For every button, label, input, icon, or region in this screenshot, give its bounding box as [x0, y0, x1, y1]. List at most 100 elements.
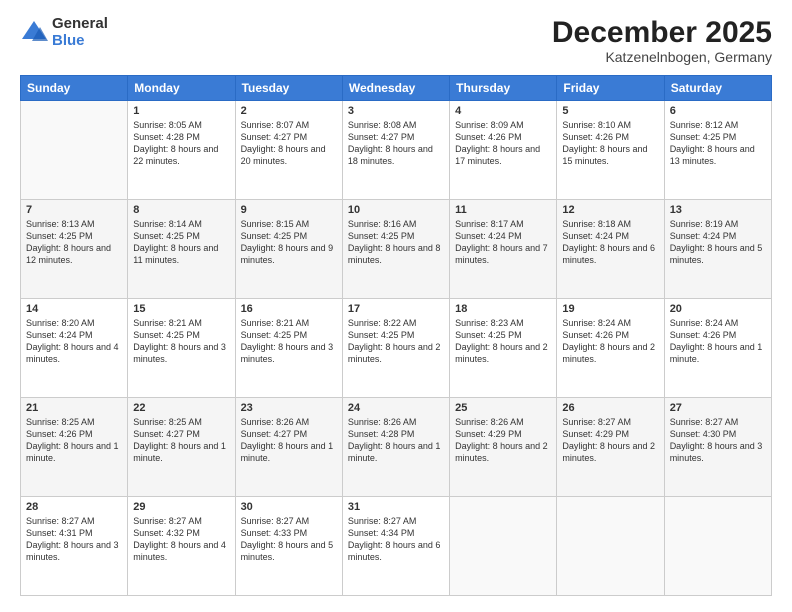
calendar-week-1: 1 Sunrise: 8:05 AMSunset: 4:28 PMDaylight…: [21, 101, 772, 200]
day-number: 26: [562, 402, 658, 414]
day-number: 25: [455, 402, 551, 414]
day-number: 16: [241, 303, 337, 315]
calendar-cell: 11 Sunrise: 8:17 AMSunset: 4:24 PMDayligh…: [450, 200, 557, 299]
day-info: Sunrise: 8:24 AMSunset: 4:26 PMDaylight:…: [670, 317, 766, 366]
calendar-cell: 19 Sunrise: 8:24 AMSunset: 4:26 PMDayligh…: [557, 299, 664, 398]
day-number: 17: [348, 303, 444, 315]
day-info: Sunrise: 8:27 AMSunset: 4:29 PMDaylight:…: [562, 416, 658, 465]
day-number: 21: [26, 402, 122, 414]
calendar-cell: 10 Sunrise: 8:16 AMSunset: 4:25 PMDayligh…: [342, 200, 449, 299]
month-title: December 2025: [552, 16, 772, 49]
calendar-week-4: 21 Sunrise: 8:25 AMSunset: 4:26 PMDayligh…: [21, 398, 772, 497]
day-info: Sunrise: 8:26 AMSunset: 4:28 PMDaylight:…: [348, 416, 444, 465]
day-info: Sunrise: 8:24 AMSunset: 4:26 PMDaylight:…: [562, 317, 658, 366]
weekday-header-saturday: Saturday: [664, 76, 771, 101]
day-number: 11: [455, 204, 551, 216]
day-info: Sunrise: 8:21 AMSunset: 4:25 PMDaylight:…: [241, 317, 337, 366]
calendar-cell: 26 Sunrise: 8:27 AMSunset: 4:29 PMDayligh…: [557, 398, 664, 497]
day-info: Sunrise: 8:14 AMSunset: 4:25 PMDaylight:…: [133, 218, 229, 267]
calendar-cell: [21, 101, 128, 200]
calendar-week-3: 14Sunrise: 8:20 AMSunset: 4:24 PMDayligh…: [21, 299, 772, 398]
day-info: Sunrise: 8:20 AMSunset: 4:24 PMDaylight:…: [26, 317, 122, 366]
day-info: Sunrise: 8:25 AMSunset: 4:27 PMDaylight:…: [133, 416, 229, 465]
calendar-week-5: 28Sunrise: 8:27 AMSunset: 4:31 PMDayligh…: [21, 497, 772, 596]
calendar-week-2: 7Sunrise: 8:13 AMSunset: 4:25 PMDaylight…: [21, 200, 772, 299]
day-info: Sunrise: 8:21 AMSunset: 4:25 PMDaylight:…: [133, 317, 229, 366]
weekday-header-tuesday: Tuesday: [235, 76, 342, 101]
calendar-table: SundayMondayTuesdayWednesdayThursdayFrid…: [20, 75, 772, 596]
calendar-cell: 13 Sunrise: 8:19 AMSunset: 4:24 PMDayligh…: [664, 200, 771, 299]
weekday-header-friday: Friday: [557, 76, 664, 101]
day-number: 9: [241, 204, 337, 216]
day-info: Sunrise: 8:05 AMSunset: 4:28 PMDaylight:…: [133, 119, 229, 168]
day-info: Sunrise: 8:08 AMSunset: 4:27 PMDaylight:…: [348, 119, 444, 168]
weekday-header-wednesday: Wednesday: [342, 76, 449, 101]
day-number: 24: [348, 402, 444, 414]
day-number: 10: [348, 204, 444, 216]
weekday-header-sunday: Sunday: [21, 76, 128, 101]
day-number: 19: [562, 303, 658, 315]
day-info: Sunrise: 8:10 AMSunset: 4:26 PMDaylight:…: [562, 119, 658, 168]
calendar-cell: [664, 497, 771, 596]
day-number: 8: [133, 204, 229, 216]
day-number: 5: [562, 105, 658, 117]
day-number: 18: [455, 303, 551, 315]
day-info: Sunrise: 8:16 AMSunset: 4:25 PMDaylight:…: [348, 218, 444, 267]
weekday-header-monday: Monday: [128, 76, 235, 101]
calendar-cell: 20 Sunrise: 8:24 AMSunset: 4:26 PMDayligh…: [664, 299, 771, 398]
weekday-header-thursday: Thursday: [450, 76, 557, 101]
calendar-cell: 3 Sunrise: 8:08 AMSunset: 4:27 PMDaylight…: [342, 101, 449, 200]
day-number: 28: [26, 501, 122, 513]
calendar-cell: 15 Sunrise: 8:21 AMSunset: 4:25 PMDayligh…: [128, 299, 235, 398]
calendar-cell: 27Sunrise: 8:27 AMSunset: 4:30 PMDayligh…: [664, 398, 771, 497]
calendar-cell: 18 Sunrise: 8:23 AMSunset: 4:25 PMDayligh…: [450, 299, 557, 398]
day-info: Sunrise: 8:17 AMSunset: 4:24 PMDaylight:…: [455, 218, 551, 267]
calendar-cell: 25 Sunrise: 8:26 AMSunset: 4:29 PMDayligh…: [450, 398, 557, 497]
calendar-body: 1 Sunrise: 8:05 AMSunset: 4:28 PMDaylight…: [21, 101, 772, 596]
calendar-cell: 2Sunrise: 8:07 AMSunset: 4:27 PMDaylight…: [235, 101, 342, 200]
logo-blue: Blue: [52, 33, 108, 50]
calendar-cell: 24 Sunrise: 8:26 AMSunset: 4:28 PMDayligh…: [342, 398, 449, 497]
calendar-cell: 7Sunrise: 8:13 AMSunset: 4:25 PMDaylight…: [21, 200, 128, 299]
page: General Blue December 2025 Katzenelnboge…: [0, 0, 792, 612]
day-number: 27: [670, 402, 766, 414]
day-info: Sunrise: 8:26 AMSunset: 4:27 PMDaylight:…: [241, 416, 337, 465]
day-info: Sunrise: 8:27 AMSunset: 4:32 PMDaylight:…: [133, 515, 229, 564]
day-number: 6: [670, 105, 766, 117]
day-number: 22: [133, 402, 229, 414]
calendar-cell: 1 Sunrise: 8:05 AMSunset: 4:28 PMDaylight…: [128, 101, 235, 200]
day-info: Sunrise: 8:12 AMSunset: 4:25 PMDaylight:…: [670, 119, 766, 168]
calendar-cell: 6 Sunrise: 8:12 AMSunset: 4:25 PMDaylight…: [664, 101, 771, 200]
location-title: Katzenelnbogen, Germany: [552, 49, 772, 65]
day-info: Sunrise: 8:23 AMSunset: 4:25 PMDaylight:…: [455, 317, 551, 366]
day-info: Sunrise: 8:26 AMSunset: 4:29 PMDaylight:…: [455, 416, 551, 465]
day-number: 13: [670, 204, 766, 216]
calendar-cell: 31 Sunrise: 8:27 AMSunset: 4:34 PMDayligh…: [342, 497, 449, 596]
calendar-cell: [557, 497, 664, 596]
day-number: 20: [670, 303, 766, 315]
day-info: Sunrise: 8:27 AMSunset: 4:34 PMDaylight:…: [348, 515, 444, 564]
calendar-cell: 12Sunrise: 8:18 AMSunset: 4:24 PMDayligh…: [557, 200, 664, 299]
day-info: Sunrise: 8:25 AMSunset: 4:26 PMDaylight:…: [26, 416, 122, 465]
day-number: 1: [133, 105, 229, 117]
calendar-cell: 30Sunrise: 8:27 AMSunset: 4:33 PMDayligh…: [235, 497, 342, 596]
day-info: Sunrise: 8:27 AMSunset: 4:33 PMDaylight:…: [241, 515, 337, 564]
day-number: 3: [348, 105, 444, 117]
day-info: Sunrise: 8:13 AMSunset: 4:25 PMDaylight:…: [26, 218, 122, 267]
calendar-cell: 22 Sunrise: 8:25 AMSunset: 4:27 PMDayligh…: [128, 398, 235, 497]
day-info: Sunrise: 8:19 AMSunset: 4:24 PMDaylight:…: [670, 218, 766, 267]
calendar-cell: 28Sunrise: 8:27 AMSunset: 4:31 PMDayligh…: [21, 497, 128, 596]
calendar-cell: 23Sunrise: 8:26 AMSunset: 4:27 PMDayligh…: [235, 398, 342, 497]
day-info: Sunrise: 8:07 AMSunset: 4:27 PMDaylight:…: [241, 119, 337, 168]
calendar-cell: 14Sunrise: 8:20 AMSunset: 4:24 PMDayligh…: [21, 299, 128, 398]
logo-text: General Blue: [52, 16, 108, 49]
day-number: 12: [562, 204, 658, 216]
calendar-cell: 4Sunrise: 8:09 AMSunset: 4:26 PMDaylight…: [450, 101, 557, 200]
calendar-cell: [450, 497, 557, 596]
day-number: 15: [133, 303, 229, 315]
day-number: 29: [133, 501, 229, 513]
day-number: 31: [348, 501, 444, 513]
day-info: Sunrise: 8:15 AMSunset: 4:25 PMDaylight:…: [241, 218, 337, 267]
logo: General Blue: [20, 16, 108, 49]
calendar-cell: 5 Sunrise: 8:10 AMSunset: 4:26 PMDaylight…: [557, 101, 664, 200]
